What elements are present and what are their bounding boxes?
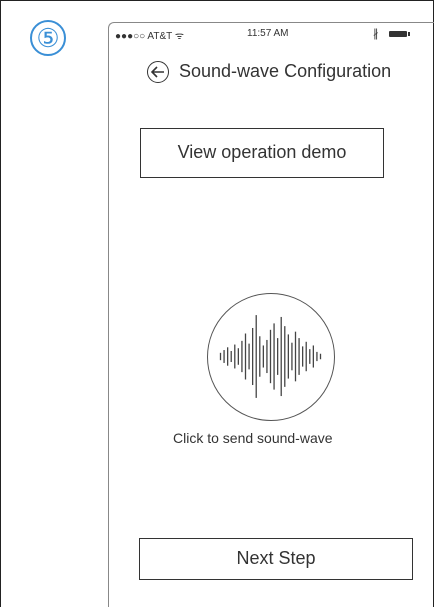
status-bar: ●●●○○ AT&T ᯤ 11:57 AM ∦	[109, 28, 427, 44]
page-title: Sound-wave Configuration	[179, 61, 392, 81]
sound-wave-icon	[219, 315, 322, 398]
arrow-left-circle-icon	[151, 66, 164, 78]
send-sound-wave-button[interactable]	[207, 293, 335, 421]
sound-wave-caption: Click to send sound-wave	[173, 430, 333, 446]
nav-bar: Sound-wave Configuration	[109, 59, 435, 89]
bluetooth-icon: ∦	[373, 28, 379, 40]
view-demo-button[interactable]: View operation demo	[140, 128, 384, 178]
carrier-signal: ●●●○○ AT&T ᯤ	[115, 31, 184, 42]
battery-icon	[389, 31, 410, 37]
back-button[interactable]	[147, 61, 169, 83]
step-number-badge: ⑤	[30, 20, 66, 56]
phone-screen: ●●●○○ AT&T ᯤ 11:57 AM ∦ Sound-wave Confi…	[108, 22, 434, 607]
next-step-button[interactable]: Next Step	[139, 538, 413, 580]
status-time: 11:57 AM	[247, 28, 289, 39]
